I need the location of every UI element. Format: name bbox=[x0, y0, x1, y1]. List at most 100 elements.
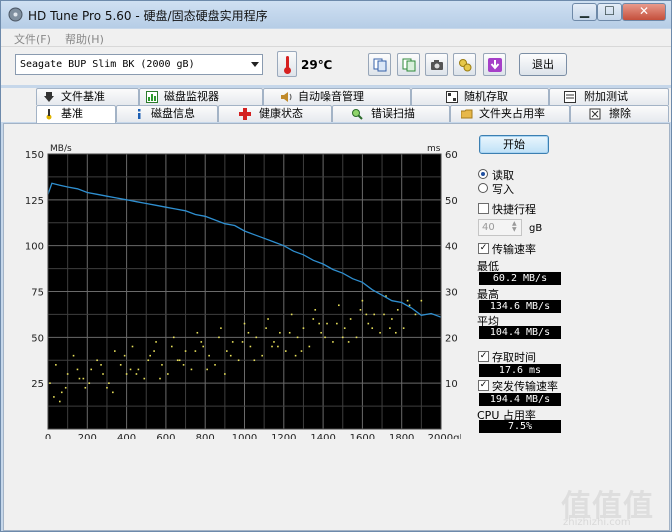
error-scan-icon bbox=[352, 109, 363, 120]
access-time-point bbox=[336, 322, 338, 325]
info-icon bbox=[138, 109, 141, 119]
tab-benchmark[interactable]: 基准 bbox=[36, 105, 116, 124]
access-time-point bbox=[149, 354, 151, 357]
access-time-point bbox=[155, 341, 157, 343]
access-time-point bbox=[194, 350, 197, 352]
access-time-point bbox=[332, 341, 334, 343]
y-tick-left: 150 bbox=[25, 150, 44, 161]
access-time-value: 17.6 ms bbox=[479, 364, 561, 377]
access-time-point bbox=[237, 359, 240, 362]
access-time-point bbox=[119, 364, 122, 366]
access-time-point bbox=[343, 327, 346, 329]
access-time-point bbox=[273, 341, 275, 343]
options-icon bbox=[459, 59, 472, 72]
access-time-point bbox=[172, 336, 175, 339]
y-tick-left: 25 bbox=[31, 379, 44, 390]
erase-icon bbox=[589, 108, 601, 120]
menu-file[interactable]: 文件(F) bbox=[14, 31, 51, 47]
access-time-point bbox=[106, 386, 108, 389]
access-time-point bbox=[373, 313, 375, 316]
save-icon bbox=[488, 58, 502, 72]
access-time-point bbox=[84, 386, 87, 389]
y-tick-left: 125 bbox=[25, 196, 44, 207]
copy-all-button[interactable] bbox=[397, 53, 420, 76]
title-bar: HD Tune Pro 5.60 - 硬盘/固态硬盘实用程序 ▁ ☐ ✕ bbox=[1, 1, 671, 28]
write-radio[interactable] bbox=[478, 183, 488, 193]
options-button[interactable] bbox=[453, 53, 476, 76]
tab-label: 自动噪音管理 bbox=[298, 90, 364, 103]
tab-noise-management[interactable]: 自动噪音管理 bbox=[263, 88, 411, 105]
access-time-point bbox=[167, 373, 169, 375]
access-time-checkbox[interactable]: ✓ bbox=[478, 351, 489, 362]
app-icon bbox=[8, 7, 23, 22]
transfer-rate-label: 传输速率 bbox=[492, 243, 536, 256]
access-time-point bbox=[300, 350, 303, 352]
x-tick: 200 bbox=[78, 433, 97, 439]
short-stroke-checkbox[interactable] bbox=[478, 203, 489, 214]
menu-bar: 文件(F) 帮助(H) bbox=[1, 29, 671, 47]
watermark-url: zhizhizhi.com bbox=[563, 517, 631, 528]
read-radio[interactable] bbox=[478, 169, 488, 179]
tab-disk-monitor[interactable]: 磁盘监视器 bbox=[139, 88, 263, 105]
access-time-point bbox=[255, 336, 258, 339]
access-time-point bbox=[170, 345, 173, 348]
y-tick-right: 50 bbox=[445, 196, 458, 207]
access-time-point bbox=[123, 354, 126, 357]
access-time-point bbox=[153, 350, 155, 352]
access-time-point bbox=[102, 373, 104, 375]
temperature-readout: 29℃ bbox=[301, 58, 333, 72]
burst-rate-checkbox[interactable]: ✓ bbox=[478, 380, 489, 391]
tab-erase[interactable]: 擦除 bbox=[570, 105, 669, 122]
chart-svg: MB/s ms1501251007550256050403020100 200 400… bbox=[25, 144, 467, 444]
tab-label: 文件夹占用率 bbox=[479, 107, 545, 120]
start-button[interactable]: 开始 bbox=[479, 135, 549, 154]
access-time-point bbox=[114, 350, 116, 352]
tab-label: 随机存取 bbox=[464, 90, 508, 103]
exit-button[interactable]: 退出 bbox=[519, 53, 567, 76]
short-stroke-spinner[interactable]: 40 ▲ ▼ bbox=[478, 219, 522, 236]
access-time-point bbox=[214, 364, 216, 366]
y-tick-right: 20 bbox=[445, 333, 458, 344]
access-time-point bbox=[318, 322, 320, 325]
tab-random-access[interactable]: 随机存取 bbox=[411, 88, 549, 105]
x-tick: 800 bbox=[196, 433, 215, 439]
access-time-point bbox=[267, 318, 269, 320]
menu-help[interactable]: 帮助(H) bbox=[65, 31, 104, 47]
tab-error-scan[interactable]: 错误扫描 bbox=[332, 105, 450, 122]
copy-info-button[interactable] bbox=[368, 53, 391, 76]
tab-label: 附加测试 bbox=[584, 90, 628, 103]
maximize-button[interactable]: ☐ bbox=[597, 3, 622, 21]
cpu-usage-value: 7.5% bbox=[479, 420, 561, 433]
y-tick-right: 10 bbox=[445, 379, 458, 390]
access-time-point bbox=[58, 400, 61, 403]
y-axis-left-title: MB/s bbox=[50, 144, 72, 154]
x-tick: 1200 bbox=[271, 433, 296, 439]
extra-tests-icon bbox=[564, 91, 576, 103]
close-button[interactable]: ✕ bbox=[622, 3, 666, 21]
access-time-point bbox=[414, 313, 417, 316]
minimize-button[interactable]: ▁ bbox=[572, 3, 597, 21]
tab-health[interactable]: 健康状态 bbox=[218, 105, 332, 122]
access-time-point bbox=[406, 299, 409, 302]
access-time-point bbox=[143, 377, 146, 380]
access-time-point bbox=[72, 354, 75, 357]
access-time-point bbox=[288, 331, 291, 334]
transfer-rate-checkbox[interactable]: ✓ bbox=[478, 243, 489, 254]
min-value: 60.2 MB/s bbox=[479, 272, 561, 285]
tab-disk-info[interactable]: 磁盘信息 bbox=[116, 105, 218, 122]
tab-file-benchmark[interactable]: 文件基准 bbox=[36, 88, 139, 105]
spinner-arrows-icon[interactable]: ▲ ▼ bbox=[512, 221, 520, 234]
access-time-point bbox=[60, 391, 63, 394]
access-time-point bbox=[277, 345, 279, 348]
access-time-point bbox=[108, 382, 110, 384]
tab-label: 磁盘信息 bbox=[151, 107, 195, 120]
access-time-point bbox=[294, 354, 297, 357]
tab-extra-tests[interactable]: 附加测试 bbox=[549, 88, 669, 105]
drive-select-value: Seagate BUP Slim BK (2000 gB) bbox=[20, 59, 195, 70]
tab-folder-usage[interactable]: 文件夹占用率 bbox=[450, 105, 570, 122]
save-button[interactable] bbox=[483, 53, 506, 76]
access-time-point bbox=[76, 368, 79, 371]
screenshot-button[interactable] bbox=[425, 53, 448, 76]
drive-select[interactable]: Seagate BUP Slim BK (2000 gB) bbox=[15, 54, 263, 75]
access-time-point bbox=[131, 345, 134, 348]
